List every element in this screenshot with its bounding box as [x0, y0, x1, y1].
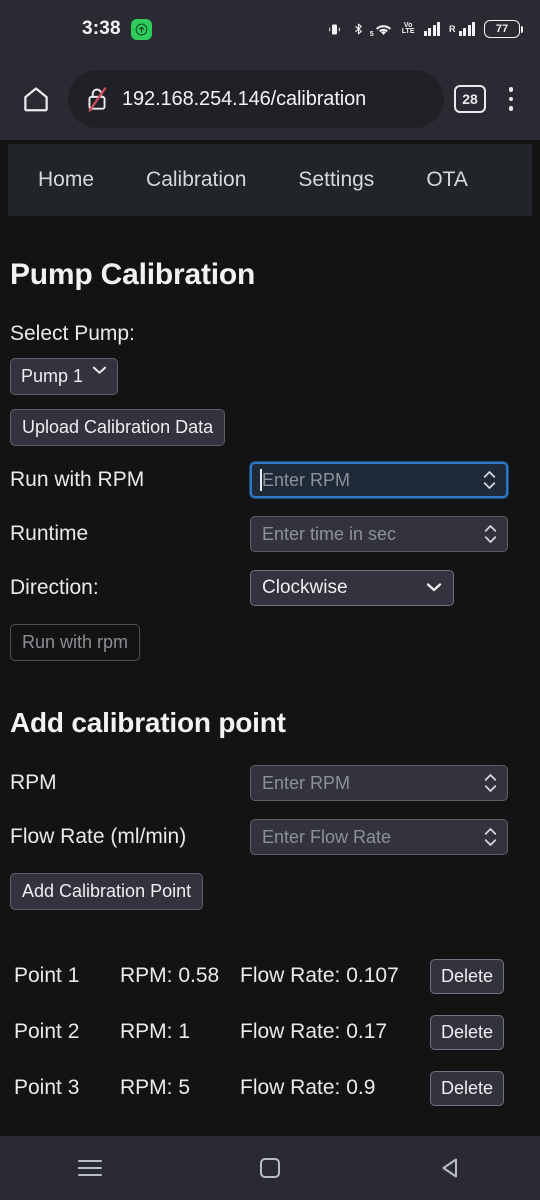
table-row: Point 2 RPM: 1 Flow Rate: 0.17 Delete [0, 1004, 540, 1060]
browser-toolbar: 192.168.254.146/calibration 28 [0, 58, 540, 140]
nav-item-settings[interactable]: Settings [298, 168, 374, 192]
tab-count-label: 28 [462, 91, 478, 107]
spinner-arrows-icon[interactable] [483, 470, 496, 490]
point-flow-rate: Flow Rate: 0.9 [240, 1076, 376, 1099]
add-flow-placeholder: Enter Flow Rate [262, 826, 392, 847]
upload-calibration-data-button[interactable]: Upload Calibration Data [10, 409, 226, 446]
signal-bars-icon [423, 22, 440, 36]
tab-counter-button[interactable]: 28 [454, 85, 486, 113]
calibration-points-list: Point 1 RPM: 0.58 Flow Rate: 0.107 Delet… [0, 948, 540, 1116]
run-rpm-label: Run with RPM [10, 468, 145, 491]
home-icon[interactable] [14, 84, 58, 114]
nav-item-calibration[interactable]: Calibration [146, 168, 246, 192]
nav-item-ota[interactable]: OTA [426, 168, 468, 192]
run-rpm-input[interactable]: Enter RPM [250, 462, 508, 498]
point-name: Point 3 [14, 1076, 80, 1099]
select-pump-label: Select Pump: [10, 322, 135, 345]
direction-select-value: Clockwise [262, 577, 348, 598]
direction-row: Direction: Clockwise [10, 568, 540, 608]
run-rpm-placeholder: Enter RPM [262, 469, 351, 490]
point-name: Point 1 [14, 964, 80, 987]
add-flow-row: Flow Rate (ml/min) Enter Flow Rate [10, 817, 540, 857]
pump-select[interactable]: Pump 1 [10, 358, 119, 395]
direction-label: Direction: [10, 576, 99, 599]
phone-screen: 3:38 5 Vo LTE R 77 192.168.254.146/calib… [0, 0, 540, 1200]
vibrate-icon [326, 22, 343, 37]
pump-select-wrapper: Pump 1 [0, 346, 119, 395]
recents-icon[interactable] [0, 1160, 180, 1176]
site-nav: Home Calibration Settings OTA [8, 144, 532, 216]
status-bar-left: 3:38 [82, 18, 152, 40]
spinner-arrows-icon[interactable] [484, 524, 497, 544]
add-rpm-input[interactable]: Enter RPM [250, 765, 508, 801]
web-page-content: Home Calibration Settings OTA Pump Calib… [0, 140, 540, 1136]
add-rpm-label: RPM [10, 771, 57, 794]
url-bar[interactable]: 192.168.254.146/calibration [68, 70, 444, 128]
point-name: Point 2 [14, 1020, 80, 1043]
point-rpm: RPM: 5 [120, 1076, 191, 1099]
battery-percent: 77 [495, 23, 509, 35]
pump-select-value: Pump 1 [21, 366, 84, 386]
delete-point-button[interactable]: Delete [430, 958, 505, 994]
url-text: 192.168.254.146/calibration [122, 87, 367, 110]
point-rpm: RPM: 0.58 [120, 964, 220, 987]
arrow-up-badge-icon [130, 18, 152, 40]
page-title: Pump Calibration [10, 258, 256, 291]
add-rpm-row: RPM Enter RPM [10, 763, 540, 803]
back-triangle-icon[interactable] [360, 1157, 540, 1179]
table-row: Point 1 RPM: 0.58 Flow Rate: 0.107 Delet… [0, 948, 540, 1004]
direction-select[interactable]: Clockwise [250, 570, 454, 606]
direction-select-wrapper: Clockwise [250, 570, 454, 606]
runtime-input[interactable]: Enter time in sec [250, 516, 508, 552]
spinner-arrows-icon[interactable] [484, 827, 497, 847]
lock-crossed-out-icon[interactable] [84, 85, 110, 113]
status-time: 3:38 [82, 18, 121, 39]
home-square-icon[interactable] [180, 1158, 360, 1178]
runtime-placeholder: Enter time in sec [262, 523, 397, 544]
wifi-5g-icon: 5 [370, 22, 393, 38]
runtime-row: Runtime Enter time in sec [10, 514, 540, 554]
runtime-label: Runtime [10, 522, 89, 545]
run-rpm-row: Run with RPM Enter RPM [10, 460, 540, 500]
volte-bottom: LTE [401, 28, 415, 35]
add-calibration-point-button[interactable]: Add Calibration Point [10, 873, 204, 910]
status-bar: 3:38 5 Vo LTE R 77 [0, 0, 540, 58]
table-row: Point 3 RPM: 5 Flow Rate: 0.9 Delete [0, 1060, 540, 1116]
bluetooth-icon [352, 21, 365, 37]
point-flow-rate: Flow Rate: 0.17 [240, 1020, 388, 1043]
point-flow-rate: Flow Rate: 0.107 [240, 964, 399, 987]
run-with-rpm-button[interactable]: Run with rpm [10, 624, 141, 661]
add-flow-input[interactable]: Enter Flow Rate [250, 819, 508, 855]
roaming-signal-icon: R [449, 22, 475, 36]
add-calibration-point-title: Add calibration point [10, 707, 286, 738]
add-rpm-placeholder: Enter RPM [262, 772, 351, 793]
nav-item-home[interactable]: Home [38, 168, 94, 192]
android-navigation-bar [0, 1136, 540, 1200]
add-flow-label: Flow Rate (ml/min) [10, 825, 187, 848]
kebab-menu-icon[interactable] [496, 87, 526, 111]
delete-point-button[interactable]: Delete [430, 1070, 505, 1106]
spinner-arrows-icon[interactable] [484, 773, 497, 793]
battery-icon: 77 [484, 20, 523, 38]
delete-point-button[interactable]: Delete [430, 1014, 505, 1050]
volte-icon: Vo LTE [401, 22, 415, 36]
roaming-label: R [449, 24, 456, 34]
status-bar-right: 5 Vo LTE R 77 [326, 20, 523, 38]
point-rpm: RPM: 1 [120, 1020, 191, 1043]
